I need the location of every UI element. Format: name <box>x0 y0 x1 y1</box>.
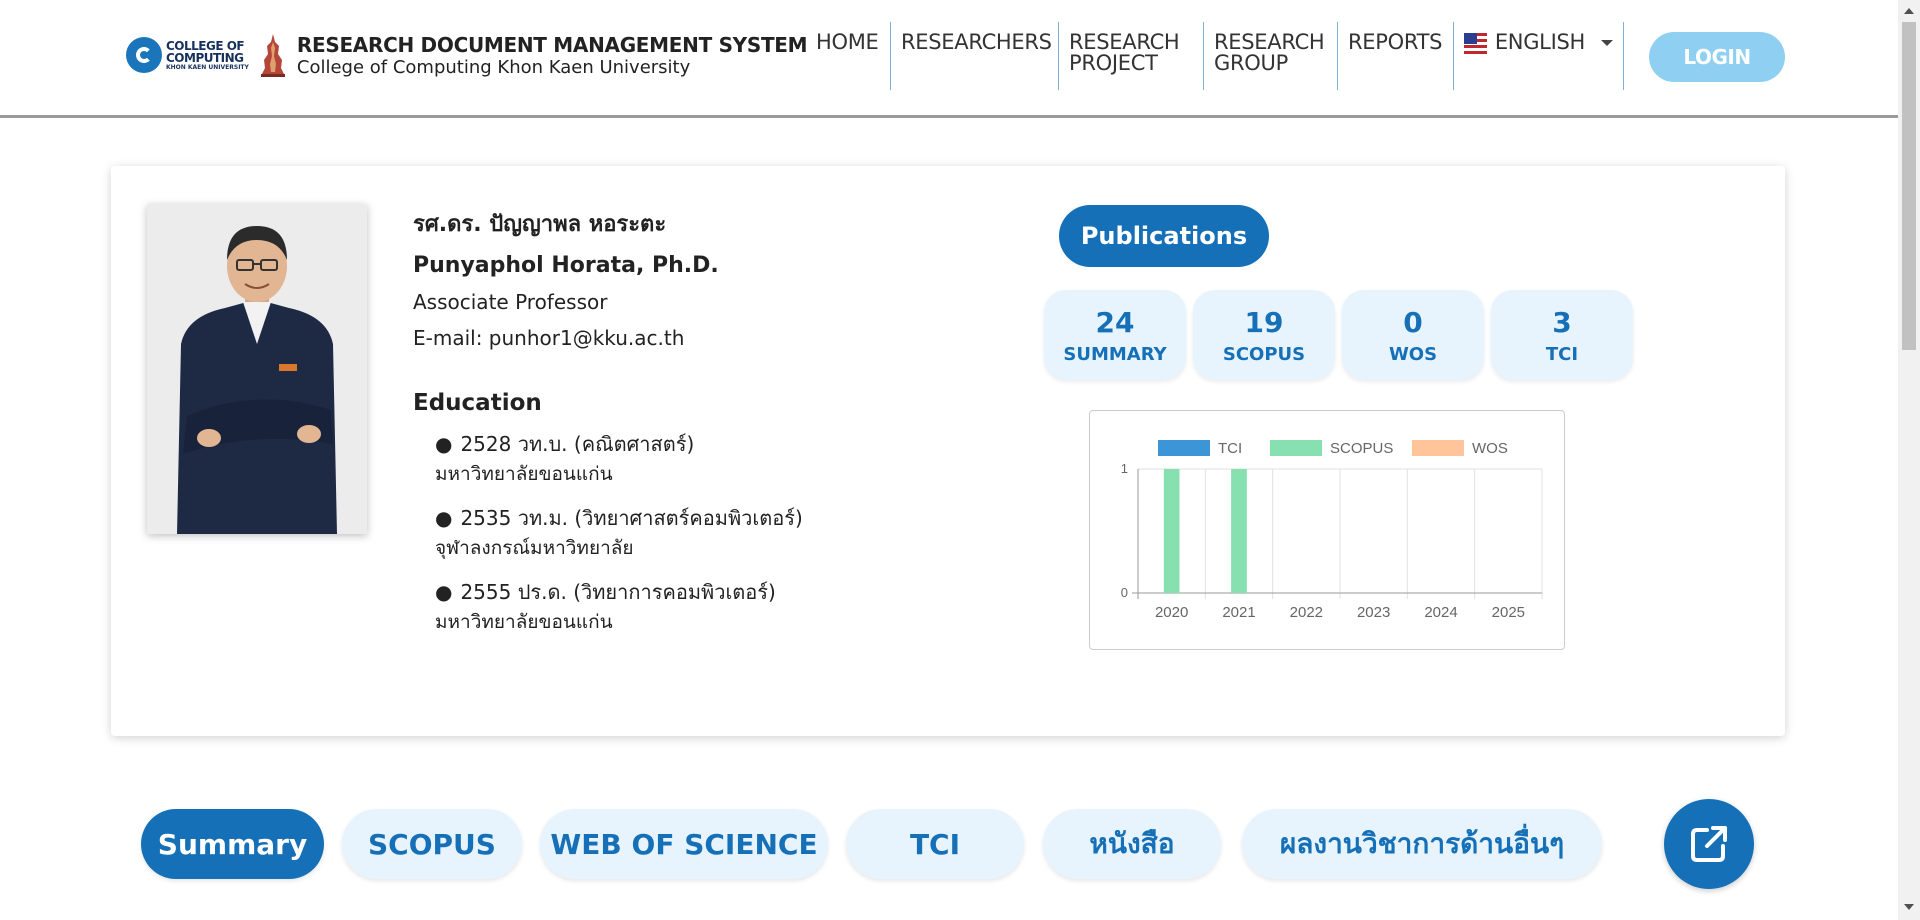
nav-reports-label: REPORTS <box>1348 30 1443 54</box>
nav-research-group[interactable]: RESEARCH GROUP <box>1204 22 1338 90</box>
x-tick-label: 2021 <box>1222 604 1255 621</box>
college-of-computing-logo: COLLEGE OF COMPUTING KHON KAEN UNIVERSIT… <box>126 37 249 73</box>
name-english: Punyaphol Horata, Ph.D. <box>413 253 719 278</box>
publications-chart: 0 1 2020 2021 2022 2023 2024 2025 TCI SCOPUS WOS <box>1089 410 1565 650</box>
nav-research-project-line2: PROJECT <box>1069 51 1158 75</box>
education-degree: 2555 ปร.ด. (วิทยาการคอมพิวเตอร์) <box>460 580 776 604</box>
stat-scopus[interactable]: 19 SCOPUS <box>1193 290 1335 380</box>
nav-reports[interactable]: REPORTS <box>1338 22 1454 90</box>
vertical-scrollbar[interactable] <box>1898 0 1920 920</box>
bullet-icon: ● <box>435 580 453 604</box>
site-subtitle: College of Computing Khon Kaen Universit… <box>296 56 691 78</box>
legend-swatch <box>1412 440 1464 456</box>
education-heading: Education <box>413 390 542 416</box>
scroll-thumb[interactable] <box>1902 22 1916 350</box>
researcher-photo <box>147 204 367 534</box>
nav-researchers-label: RESEARCHERS <box>901 30 1052 54</box>
email-text: E-mail: punhor1@kku.ac.th <box>413 326 685 350</box>
tab-summary[interactable]: Summary <box>141 809 324 879</box>
stat-label: WOS <box>1388 343 1438 365</box>
login-button[interactable]: LOGIN <box>1649 32 1785 82</box>
chart-svg: 0 1 2020 2021 2022 2023 2024 2025 TCI SCOPUS WOS <box>1121 440 1543 621</box>
stat-label: SUMMARY <box>1063 343 1167 365</box>
x-tick-label: 2025 <box>1492 604 1525 621</box>
tab-books[interactable]: หนังสือ <box>1043 809 1221 879</box>
stat-tci[interactable]: 3 TCI <box>1491 290 1633 380</box>
site-header: COLLEGE OF COMPUTING KHON KAEN UNIVERSIT… <box>0 0 1898 118</box>
cc-logo-icon <box>126 37 162 73</box>
stat-value: 3 <box>1552 305 1572 339</box>
us-flag-icon <box>1464 33 1487 54</box>
education-degree: 2535 วท.ม. (วิทยาศาสตร์คอมพิวเตอร์) <box>460 506 803 530</box>
main-nav: HOME RESEARCHERS RESEARCH PROJECT RESEAR… <box>806 22 1624 90</box>
academic-position: Associate Professor <box>413 290 608 314</box>
logo-text-line2: COMPUTING <box>166 50 244 65</box>
language-label: ENGLISH <box>1494 30 1585 54</box>
stat-label: SCOPUS <box>1222 343 1306 365</box>
publication-tabs: Summary SCOPUS WEB OF SCIENCE TCI หนังสื… <box>0 799 1898 889</box>
tab-tci[interactable]: TCI <box>846 809 1024 879</box>
legend-label: SCOPUS <box>1330 440 1393 457</box>
nav-research-group-line1: RESEARCH <box>1214 30 1325 54</box>
publication-stats: 24 SUMMARY 19 SCOPUS 0 WOS 3 TCI <box>1044 290 1640 380</box>
x-tick-label: 2022 <box>1290 604 1323 621</box>
site-title: RESEARCH DOCUMENT MANAGEMENT SYSTEM <box>296 32 808 57</box>
stat-label: TCI <box>1545 343 1579 365</box>
logo-text-line1: COLLEGE OF <box>166 38 245 53</box>
publications-button[interactable]: Publications <box>1059 205 1269 267</box>
nav-home[interactable]: HOME <box>806 22 891 90</box>
bullet-icon: ● <box>435 432 453 456</box>
nav-research-project-line1: RESEARCH <box>1069 30 1180 54</box>
education-item: ● 2555 ปร.ด. (วิทยาการคอมพิวเตอร์) มหาวิท… <box>435 576 973 636</box>
export-button[interactable] <box>1664 799 1754 889</box>
scroll-down-icon[interactable] <box>1904 904 1914 910</box>
profile-card: รศ.ดร. ปัญญาพล หอระตะ Punyaphol Horata, … <box>111 166 1785 736</box>
nav-research-project[interactable]: RESEARCH PROJECT <box>1059 22 1204 90</box>
external-link-icon <box>1691 826 1727 862</box>
education-item: ● 2528 วท.บ. (คณิตศาสตร์) มหาวิทยาลัยขอนแ… <box>435 428 973 488</box>
stat-value: 19 <box>1244 305 1284 339</box>
y-tick-label: 1 <box>1121 461 1128 476</box>
stat-value: 0 <box>1403 305 1423 339</box>
legend-label: TCI <box>1218 440 1242 457</box>
tab-web-of-science[interactable]: WEB OF SCIENCE <box>540 809 828 879</box>
education-university: มหาวิทยาลัยขอนแก่น <box>435 463 613 485</box>
legend-swatch <box>1158 440 1210 456</box>
legend-label: WOS <box>1472 440 1508 457</box>
logo-text-line3: KHON KAEN UNIVERSITY <box>166 63 249 71</box>
x-tick-label: 2024 <box>1424 604 1457 621</box>
tab-other-works[interactable]: ผลงานวิชาการด้านอื่นๆ <box>1242 809 1602 879</box>
researcher-info: รศ.ดร. ปัญญาพล หอระตะ Punyaphol Horata, … <box>413 206 973 650</box>
stat-value: 24 <box>1095 305 1135 339</box>
education-item: ● 2535 วท.ม. (วิทยาศาสตร์คอมพิวเตอร์) จุฬ… <box>435 502 973 562</box>
bullet-icon: ● <box>435 506 453 530</box>
stat-wos[interactable]: 0 WOS <box>1342 290 1484 380</box>
legend-swatch <box>1270 440 1322 456</box>
nav-researchers[interactable]: RESEARCHERS <box>891 22 1059 90</box>
name-thai: รศ.ดร. ปัญญาพล หอระตะ <box>413 212 667 237</box>
tab-scopus[interactable]: SCOPUS <box>342 809 522 879</box>
education-university: จุฬาลงกรณ์มหาวิทยาลัย <box>435 537 634 559</box>
bar-scopus <box>1163 469 1180 593</box>
stat-summary[interactable]: 24 SUMMARY <box>1044 290 1186 380</box>
education-degree: 2528 วท.บ. (คณิตศาสตร์) <box>460 432 695 456</box>
brand[interactable]: COLLEGE OF COMPUTING KHON KAEN UNIVERSIT… <box>126 32 808 78</box>
y-tick-label: 0 <box>1121 585 1128 600</box>
scroll-up-icon[interactable] <box>1904 8 1914 14</box>
chevron-down-icon <box>1601 40 1613 46</box>
x-tick-label: 2020 <box>1155 604 1188 621</box>
language-dropdown[interactable]: ENGLISH <box>1454 22 1624 90</box>
bar-scopus <box>1231 469 1247 593</box>
education-university: มหาวิทยาลัยขอนแก่น <box>435 611 613 633</box>
nav-research-group-line2: GROUP <box>1214 51 1288 75</box>
x-tick-label: 2023 <box>1357 604 1390 621</box>
kku-seal-icon <box>260 34 285 77</box>
nav-home-label: HOME <box>816 30 879 54</box>
